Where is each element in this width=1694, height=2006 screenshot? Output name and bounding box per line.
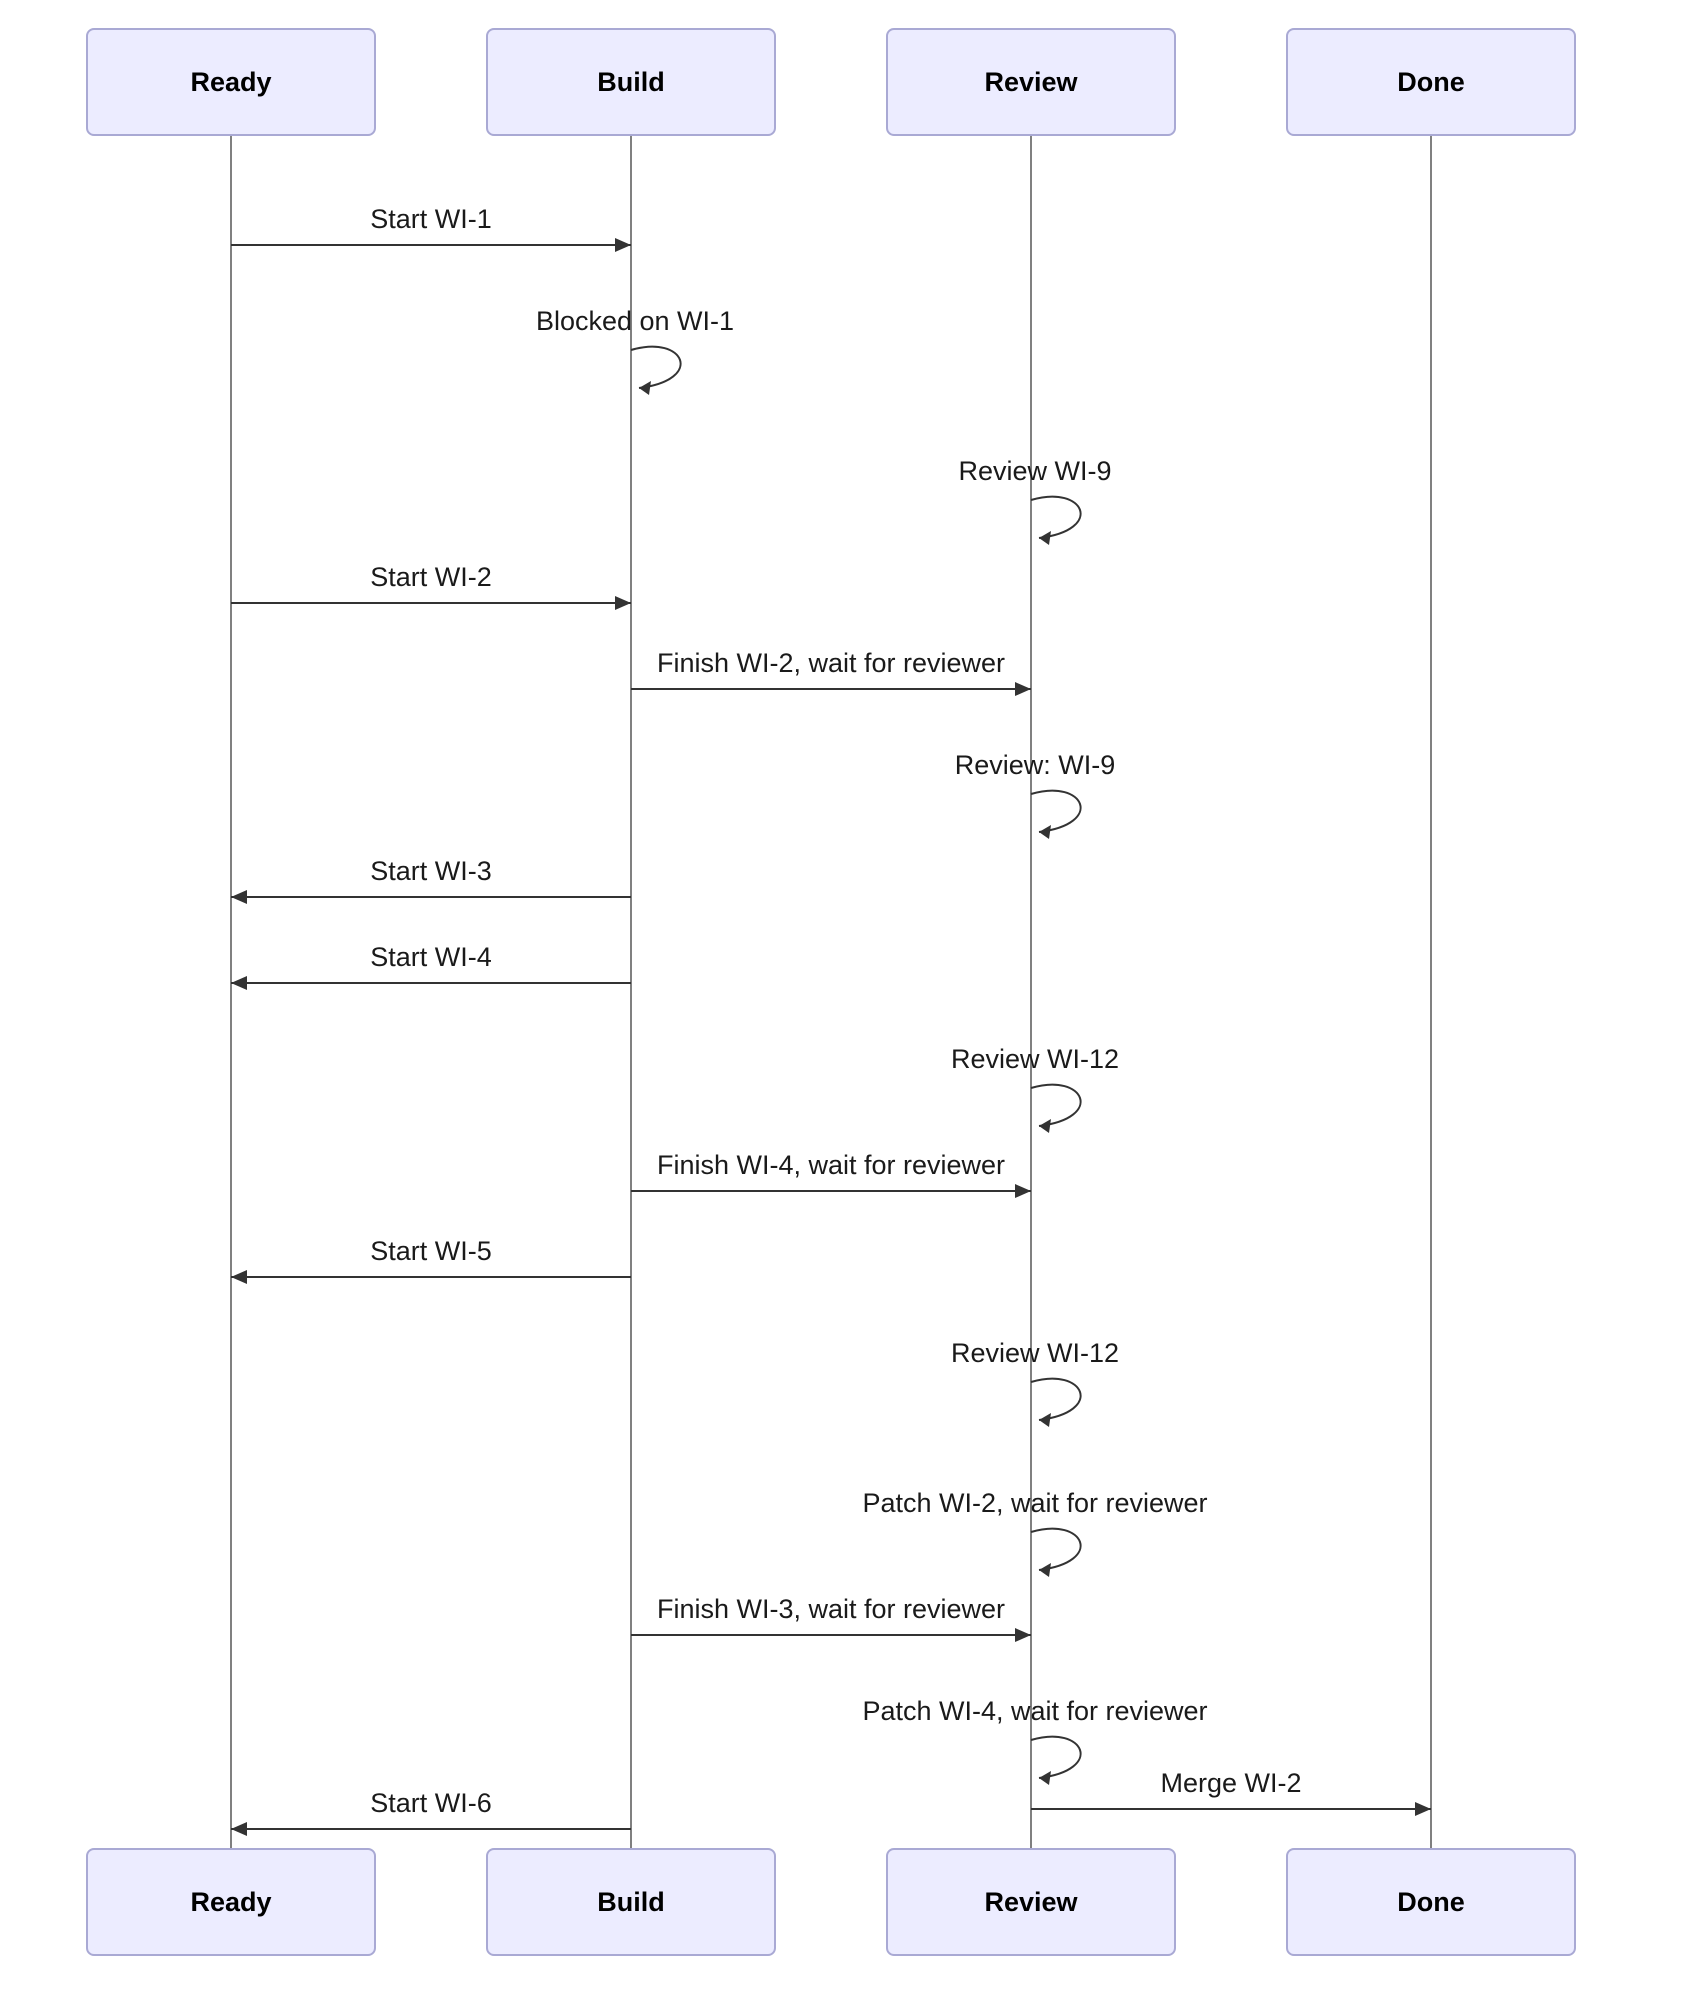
lifeline-ready xyxy=(230,136,232,1848)
message-label: Review: WI-9 xyxy=(955,750,1116,781)
arrowhead-right-icon xyxy=(615,596,631,610)
participant-review: Review xyxy=(886,28,1176,136)
message-label: Start WI-6 xyxy=(370,1788,492,1819)
lifeline-done xyxy=(1430,136,1432,1848)
self-loop-icon xyxy=(625,340,703,400)
participant-ready: Ready xyxy=(86,28,376,136)
message-label: Finish WI-4, wait for reviewer xyxy=(657,1150,1005,1181)
arrowhead-right-icon xyxy=(1415,1802,1431,1816)
message-label: Review WI-12 xyxy=(951,1338,1119,1369)
message-label: Finish WI-3, wait for reviewer xyxy=(657,1594,1005,1625)
participant-ready: Ready xyxy=(86,1848,376,1956)
message-label: Patch WI-4, wait for reviewer xyxy=(862,1696,1207,1727)
message-label: Review WI-9 xyxy=(958,456,1111,487)
participant-build: Build xyxy=(486,1848,776,1956)
message-label: Merge WI-2 xyxy=(1160,1768,1301,1799)
message-label: Review WI-12 xyxy=(951,1044,1119,1075)
message-label: Finish WI-2, wait for reviewer xyxy=(657,648,1005,679)
message-label: Blocked on WI-1 xyxy=(536,306,734,337)
message-label: Patch WI-2, wait for reviewer xyxy=(862,1488,1207,1519)
arrowhead-left-icon xyxy=(231,1270,247,1284)
message-line xyxy=(631,688,1031,690)
sequence-diagram: Ready Build Review Done Ready Build Review Done… xyxy=(0,0,1694,2006)
message-line xyxy=(631,1634,1031,1636)
message-line xyxy=(231,1828,631,1830)
message-line xyxy=(231,1276,631,1278)
participant-review: Review xyxy=(886,1848,1176,1956)
message-label: Start WI-3 xyxy=(370,856,492,887)
participant-done: Done xyxy=(1286,1848,1576,1956)
message-line xyxy=(231,244,631,246)
message-line xyxy=(631,1190,1031,1192)
self-loop-icon xyxy=(1025,1730,1103,1790)
message-label: Start WI-1 xyxy=(370,204,492,235)
message-line xyxy=(231,982,631,984)
self-loop-icon xyxy=(1025,1372,1103,1432)
message-line xyxy=(231,602,631,604)
arrowhead-right-icon xyxy=(1015,682,1031,696)
message-label: Start WI-2 xyxy=(370,562,492,593)
arrowhead-right-icon xyxy=(615,238,631,252)
message-label: Start WI-4 xyxy=(370,942,492,973)
message-line xyxy=(1031,1808,1431,1810)
self-loop-icon xyxy=(1025,490,1103,550)
participant-build: Build xyxy=(486,28,776,136)
participant-done: Done xyxy=(1286,28,1576,136)
self-loop-icon xyxy=(1025,1078,1103,1138)
lifeline-review xyxy=(1030,136,1032,1848)
arrowhead-right-icon xyxy=(1015,1628,1031,1642)
message-label: Start WI-5 xyxy=(370,1236,492,1267)
arrowhead-left-icon xyxy=(231,976,247,990)
self-loop-icon xyxy=(1025,784,1103,844)
arrowhead-left-icon xyxy=(231,890,247,904)
self-loop-icon xyxy=(1025,1522,1103,1582)
arrowhead-right-icon xyxy=(1015,1184,1031,1198)
message-line xyxy=(231,896,631,898)
arrowhead-left-icon xyxy=(231,1822,247,1836)
